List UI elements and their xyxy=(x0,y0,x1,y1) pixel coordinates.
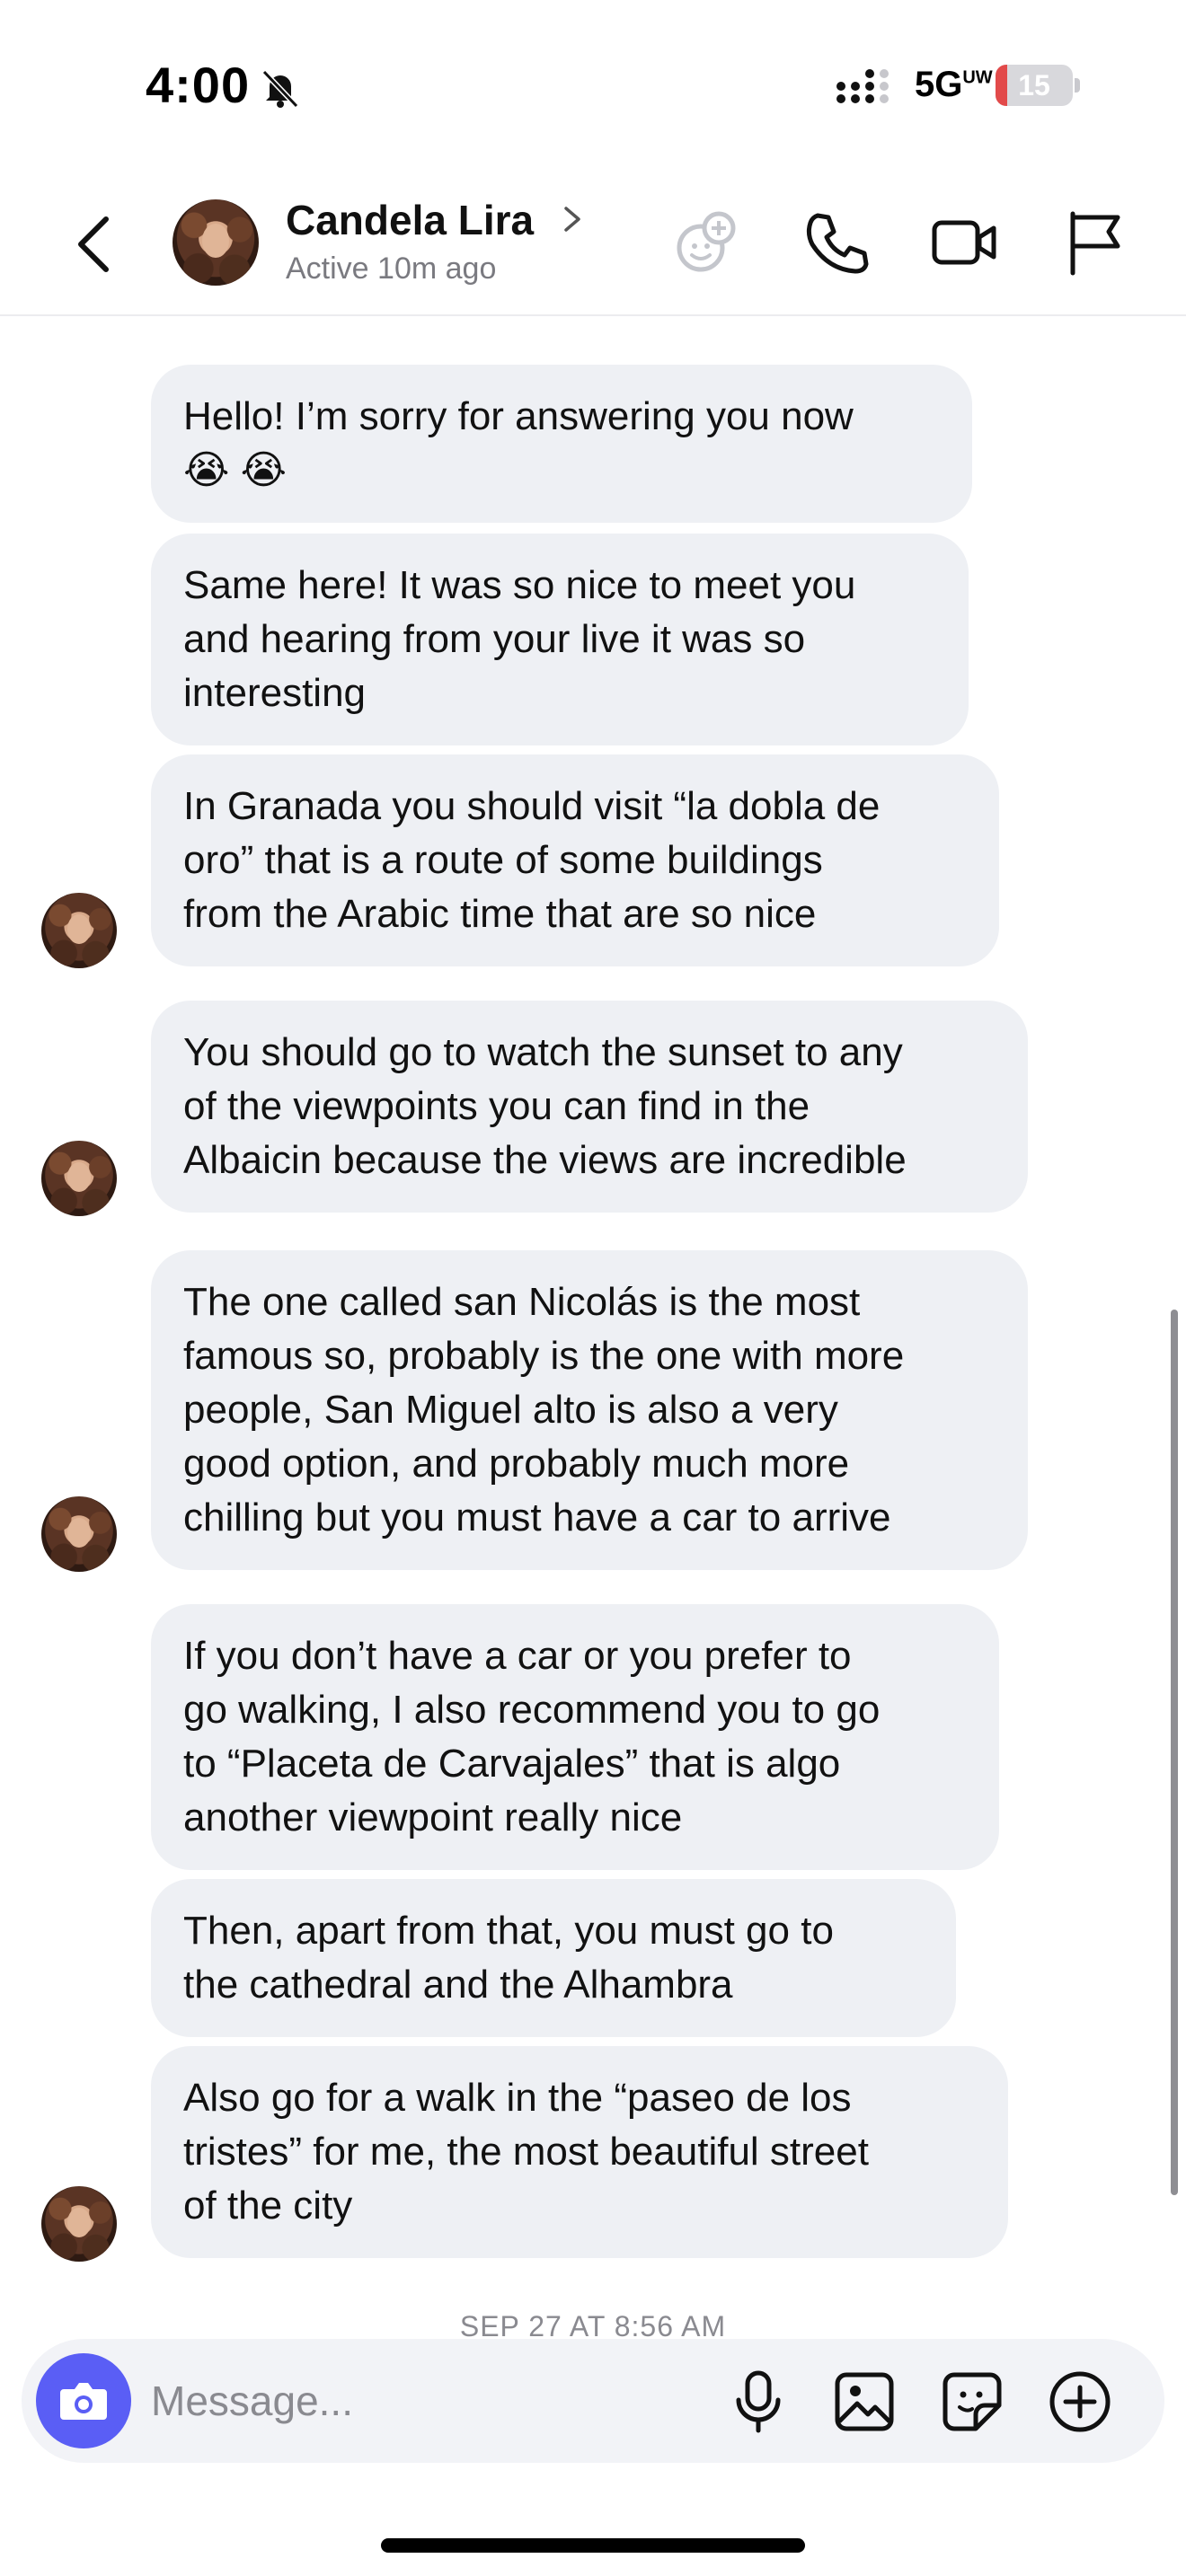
contact-name[interactable]: Candela Lira xyxy=(286,196,534,244)
message-bubble[interactable]: You should go to watch the sunset to any… xyxy=(151,1001,1028,1213)
network-suffix: UW xyxy=(962,67,993,88)
signal-bars-icon xyxy=(836,69,889,103)
battery-body: 15 xyxy=(996,65,1073,106)
chevron-right-icon[interactable] xyxy=(559,203,586,235)
message-bubble[interactable]: Then, apart from that, you must go to th… xyxy=(151,1879,956,2037)
sender-avatar[interactable] xyxy=(41,893,117,968)
message-input[interactable] xyxy=(151,2369,690,2432)
network-indicator: 5GUW xyxy=(915,65,993,105)
contact-avatar[interactable] xyxy=(173,199,259,286)
camera-icon xyxy=(60,2383,107,2420)
sender-avatar[interactable] xyxy=(41,1496,117,1572)
video-camera-icon[interactable] xyxy=(929,207,1001,278)
battery-level: 15 xyxy=(1018,69,1050,101)
message-bubble[interactable]: Hello! I’m sorry for answering you now 😭… xyxy=(151,365,972,523)
plus-circle-icon[interactable] xyxy=(1046,2368,1114,2436)
message-bubble[interactable]: In Granada you should visit “la dobla de… xyxy=(151,754,999,966)
network-type: 5G xyxy=(915,65,963,104)
sender-avatar[interactable] xyxy=(41,1141,117,1216)
message-composer xyxy=(22,2339,1164,2463)
sticker-icon[interactable] xyxy=(938,2368,1006,2436)
flag-icon[interactable] xyxy=(1060,207,1132,278)
status-time: 4:00 xyxy=(146,57,251,113)
home-indicator[interactable] xyxy=(381,2538,805,2553)
message-bubble[interactable]: The one called san Nicolás is the most f… xyxy=(151,1250,1028,1570)
scrollbar[interactable] xyxy=(1171,1310,1178,2195)
message-bubble[interactable]: Same here! It was so nice to meet you an… xyxy=(151,534,969,745)
bell-slash-icon xyxy=(261,69,299,109)
battery-icon: 15 xyxy=(996,65,1080,106)
phone-icon[interactable] xyxy=(801,207,873,278)
battery-cap xyxy=(1075,78,1080,93)
status-bar: 4:00 5GUW 15 xyxy=(0,0,1186,171)
sticker-add-icon[interactable] xyxy=(670,207,742,278)
camera-button[interactable] xyxy=(36,2353,131,2448)
image-icon[interactable] xyxy=(830,2368,898,2436)
back-chevron-icon[interactable] xyxy=(63,208,135,280)
sender-avatar[interactable] xyxy=(41,2186,117,2262)
chat-header: Candela Lira Active 10m ago xyxy=(0,171,1186,316)
message-bubble[interactable]: If you don’t have a car or you prefer to… xyxy=(151,1604,999,1870)
contact-status: Active 10m ago xyxy=(286,251,497,286)
message-bubble[interactable]: Also go for a walk in the “paseo de los … xyxy=(151,2046,1008,2258)
microphone-icon[interactable] xyxy=(724,2368,792,2436)
date-separator: SEP 27 AT 8:56 AM xyxy=(459,2310,727,2342)
